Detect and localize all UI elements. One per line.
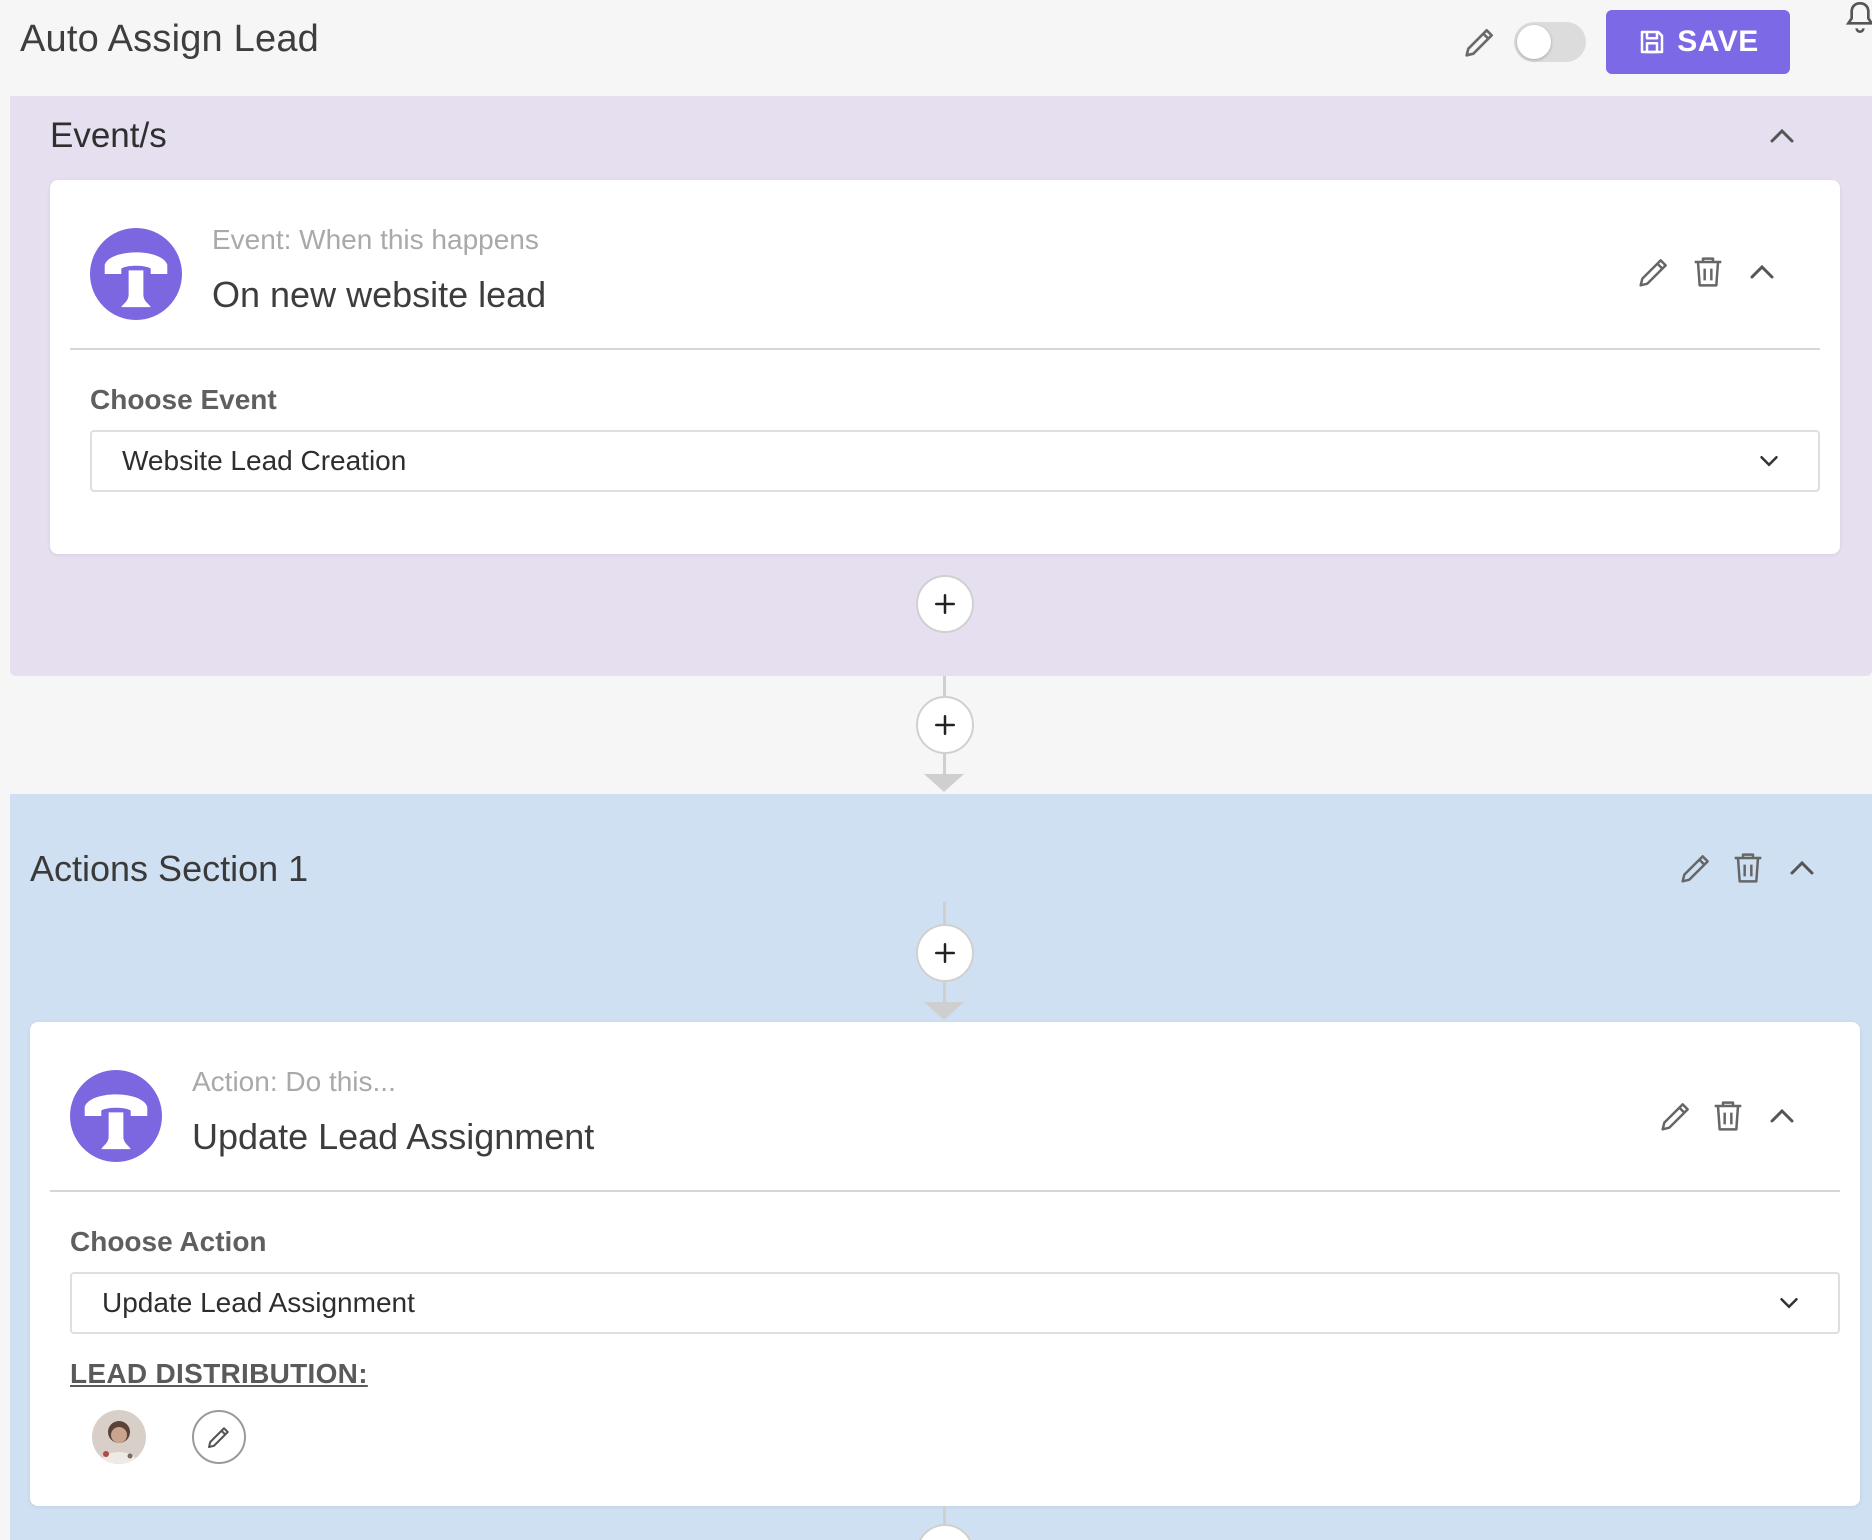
save-label: SAVE [1677, 25, 1759, 58]
action-card: Action: Do this... Update Lead Assignmen… [30, 1022, 1860, 1506]
notification-bell-icon[interactable] [1840, 0, 1872, 40]
action-card-title: Update Lead Assignment [192, 1116, 595, 1157]
edit-section-pencil-icon[interactable] [1676, 848, 1716, 888]
select-chevron-down-icon [1774, 1288, 1804, 1318]
connector-line [943, 754, 946, 774]
edit-event-pencil-icon[interactable] [1634, 252, 1674, 292]
pencil-icon [208, 1427, 229, 1448]
page-title: Auto Assign Lead [20, 18, 319, 60]
action-card-subtitle: Action: Do this... [192, 1066, 396, 1097]
phone-t-icon [70, 1070, 162, 1162]
event-card-title: On new website lead [212, 274, 547, 315]
plus-icon [935, 943, 955, 963]
choose-action-label: Choose Action [70, 1226, 267, 1257]
select-chevron-down-icon [1754, 446, 1784, 476]
add-event-plus-button[interactable] [916, 575, 974, 633]
connector-arrow-icon [924, 774, 964, 792]
collapse-events-chevron-icon[interactable] [1762, 116, 1802, 156]
events-section-title: Event/s [50, 116, 167, 155]
choose-event-label: Choose Event [90, 384, 277, 415]
plus-icon [935, 715, 955, 735]
collapse-event-card-chevron-icon[interactable] [1742, 252, 1782, 292]
connector-line [943, 1506, 946, 1526]
collapse-section-chevron-icon[interactable] [1782, 848, 1822, 888]
phone-t-icon [90, 228, 182, 320]
choose-action-select[interactable]: Update Lead Assignment [70, 1272, 1840, 1334]
delete-event-trash-icon[interactable] [1688, 252, 1728, 292]
user-avatar[interactable] [92, 1410, 146, 1464]
plus-icon [935, 594, 955, 614]
connector-line [943, 902, 946, 926]
event-card: Event: When this happens On new website … [50, 180, 1840, 554]
edit-action-pencil-icon[interactable] [1656, 1096, 1696, 1136]
edit-title-pencil-icon[interactable] [1460, 22, 1500, 62]
active-toggle[interactable] [1514, 22, 1586, 62]
event-card-divider [70, 348, 1820, 350]
add-action-plus-button[interactable] [916, 924, 974, 982]
choose-event-select[interactable]: Website Lead Creation [90, 430, 1820, 492]
save-icon [1641, 30, 1664, 54]
connector-line [943, 982, 946, 1002]
connector-line [943, 676, 946, 698]
actions-section-title: Actions Section 1 [30, 848, 309, 889]
choose-event-selected-value: Website Lead Creation [122, 445, 407, 476]
lead-distribution-label: LEAD DISTRIBUTION: [70, 1358, 368, 1389]
delete-section-trash-icon[interactable] [1728, 848, 1768, 888]
collapse-action-card-chevron-icon[interactable] [1762, 1096, 1802, 1136]
choose-action-selected-value: Update Lead Assignment [102, 1287, 415, 1318]
connector-arrow-icon [924, 1002, 964, 1020]
event-card-subtitle: Event: When this happens [212, 224, 539, 255]
edit-distribution-button[interactable] [192, 1410, 246, 1464]
add-step-plus-button[interactable] [916, 696, 974, 754]
save-button[interactable]: SAVE [1606, 10, 1790, 74]
toggle-knob [1517, 25, 1551, 59]
action-card-divider [50, 1190, 1840, 1192]
delete-action-trash-icon[interactable] [1708, 1096, 1748, 1136]
